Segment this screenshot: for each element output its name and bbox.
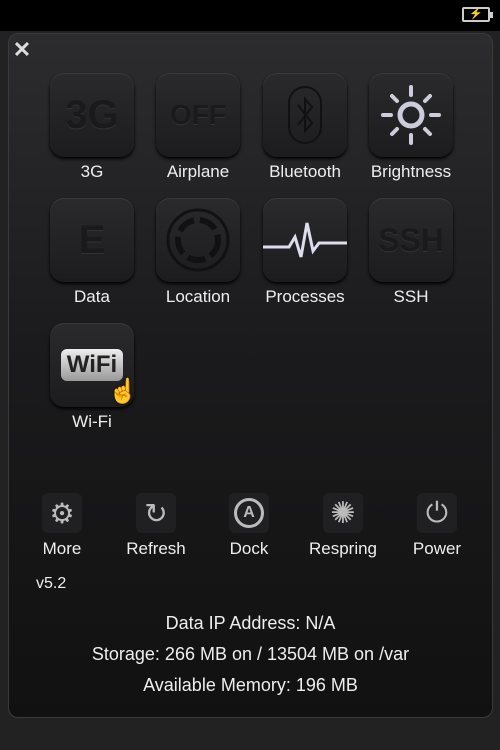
toggle-label: Bluetooth: [269, 162, 341, 181]
toggle-brightness[interactable]: [369, 73, 453, 157]
version-label: v5.2: [36, 575, 67, 592]
toggle-processes[interactable]: [263, 198, 347, 282]
toggle-label: Wi-Fi: [72, 412, 112, 431]
hand-cursor-icon: ☝: [108, 378, 138, 405]
memory-info: Available Memory: 196 MB: [143, 675, 358, 695]
spinner-icon: ✺: [330, 496, 356, 530]
power-icon: ⏻: [425, 496, 449, 528]
storage-info: Storage: 266 MB on / 13504 MB on /var: [91, 644, 410, 664]
toggle-ssh[interactable]: SSH: [369, 198, 453, 282]
respring-label: Respring: [308, 539, 378, 558]
app-store-icon: A: [234, 498, 264, 528]
respring-button[interactable]: ✺: [323, 493, 363, 533]
dock-button[interactable]: A: [229, 493, 269, 533]
location-icon: [166, 208, 230, 272]
toggle-data[interactable]: E: [50, 198, 134, 282]
data-ip-address: Data IP Address: N/A: [165, 613, 336, 633]
refresh-button[interactable]: ↻: [136, 493, 176, 533]
close-icon[interactable]: ✕: [12, 39, 32, 61]
bluetooth-icon: [288, 86, 322, 144]
toggle-3g[interactable]: 3G: [50, 73, 134, 157]
sun-icon: [381, 85, 441, 145]
dock-label: Dock: [229, 539, 269, 558]
edge-icon: E: [78, 217, 106, 262]
toggle-wifi[interactable]: WiFi ☝: [50, 323, 138, 407]
toggle-location[interactable]: [156, 198, 240, 282]
toggle-label: Data: [74, 287, 110, 306]
toggle-label: Brightness: [370, 162, 452, 181]
toggle-label: SSH: [393, 287, 429, 306]
more-label: More: [42, 539, 82, 558]
toggle-label: Location: [165, 287, 231, 306]
toggle-airplane[interactable]: OFF: [156, 73, 240, 157]
ssh-icon: SSH: [378, 221, 444, 258]
toggle-bluetooth[interactable]: [263, 73, 347, 157]
toggle-label: 3G: [80, 162, 104, 181]
gear-icon: ⚙: [49, 497, 75, 529]
refresh-label: Refresh: [126, 539, 186, 558]
toggle-label: Processes: [265, 287, 345, 306]
pulse-icon: [263, 222, 347, 258]
toggle-label: Airplane: [166, 162, 230, 181]
power-label: Power: [412, 539, 462, 558]
status-bar: ⚡: [0, 0, 500, 31]
battery-charging-icon: ⚡: [462, 7, 493, 22]
more-button[interactable]: ⚙: [42, 493, 82, 533]
airplane-off-icon: OFF: [170, 99, 226, 130]
power-button[interactable]: ⏻: [417, 493, 457, 533]
refresh-icon: ↻: [144, 497, 168, 529]
3g-icon: 3G: [65, 92, 119, 137]
